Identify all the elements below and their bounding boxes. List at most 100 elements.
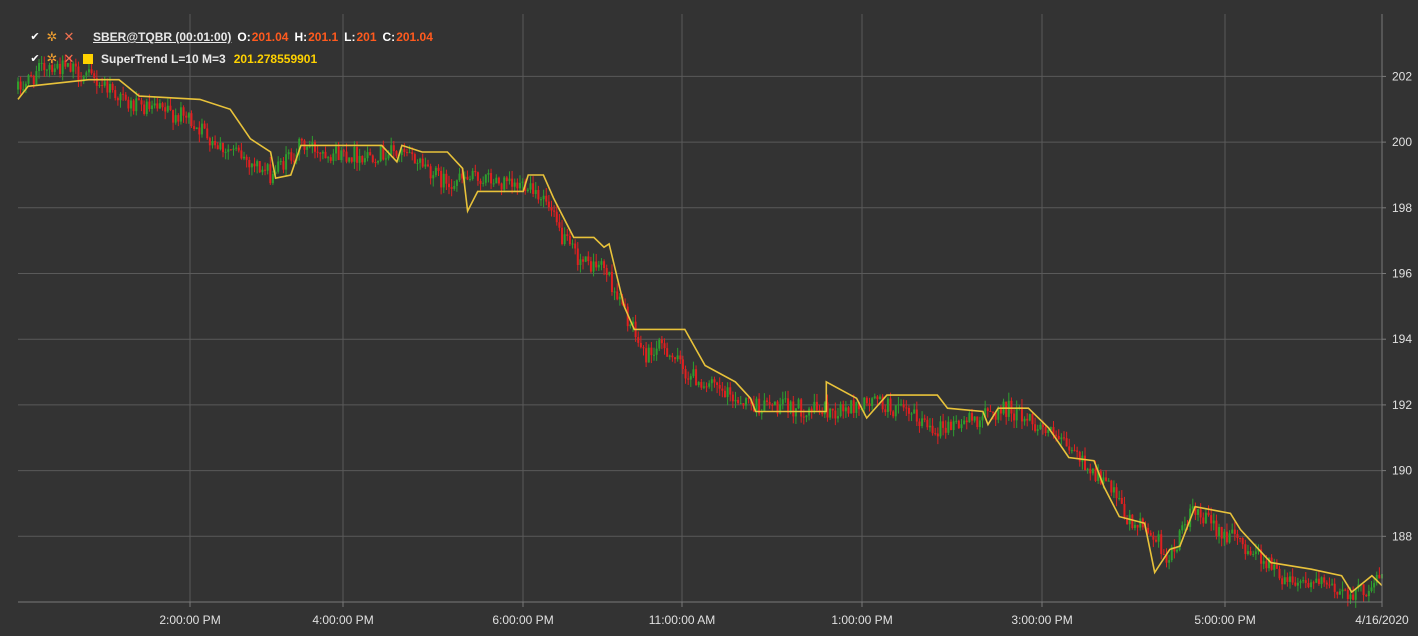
candle-body — [589, 261, 592, 272]
candle-body — [130, 100, 133, 109]
candle-body — [579, 259, 582, 266]
candle-body — [1036, 429, 1039, 431]
candle-body — [195, 127, 198, 129]
candle-body — [221, 142, 224, 153]
candle-body — [432, 175, 435, 179]
candle-body — [676, 355, 679, 360]
candle-body — [781, 399, 784, 405]
candle-body — [1228, 533, 1231, 543]
candle-body — [1005, 401, 1008, 417]
candle-body — [955, 420, 958, 422]
candle-body — [963, 420, 966, 425]
candle-body — [976, 416, 979, 428]
candle-body — [539, 199, 542, 201]
check-icon[interactable]: ✔ — [28, 52, 42, 66]
gear-icon[interactable]: ✲ — [45, 52, 59, 66]
candle-body — [313, 142, 316, 152]
candle-body — [277, 161, 280, 172]
candle-body — [986, 408, 989, 412]
candle-body — [739, 403, 742, 405]
candle-body — [1241, 538, 1244, 545]
candle-body — [973, 416, 976, 421]
candle-body — [926, 419, 929, 428]
candle-body — [1370, 587, 1373, 592]
candle-body — [492, 183, 495, 185]
indicator-label[interactable]: SuperTrend L=10 M=3 — [101, 52, 226, 66]
candle-body — [526, 189, 529, 192]
candle-body — [240, 150, 243, 159]
candle-body — [340, 150, 343, 161]
color-swatch[interactable] — [83, 54, 93, 64]
candle-body — [450, 187, 453, 189]
candle-body — [642, 347, 645, 349]
candle-body — [114, 90, 117, 99]
candle-body — [300, 138, 303, 141]
candle-body — [705, 386, 708, 388]
candle-body — [655, 348, 658, 355]
candle-body — [327, 157, 330, 159]
candle-body — [442, 173, 445, 188]
candle-body — [476, 172, 479, 181]
candle-body — [490, 173, 493, 184]
candle-body — [453, 185, 456, 189]
candle-body — [30, 75, 33, 77]
candle-body — [595, 261, 598, 268]
candle-body — [271, 173, 274, 184]
candle-body — [455, 180, 458, 186]
candle-body — [290, 152, 293, 161]
candle-body — [1152, 535, 1155, 540]
candle-body — [952, 421, 955, 430]
candle-body — [1031, 414, 1034, 425]
candle-body — [1076, 450, 1079, 452]
candle-body — [1047, 429, 1050, 433]
x-tick-label: 11:00:00 AM — [649, 613, 716, 627]
candle-body — [687, 378, 690, 380]
candle-body — [516, 182, 519, 189]
candle-body — [1034, 424, 1037, 431]
candle-body — [211, 141, 214, 146]
candle-body — [700, 382, 703, 388]
x-tick-label: 4:00:00 PM — [312, 613, 373, 627]
candle-body — [532, 183, 535, 194]
candle-body — [763, 400, 766, 412]
candle-body — [1317, 578, 1320, 585]
candle-body — [650, 347, 653, 356]
candle-body — [1373, 583, 1376, 588]
candle-body — [1341, 589, 1344, 592]
candle-body — [1333, 583, 1336, 592]
candle-body — [1249, 551, 1252, 555]
candle-body — [1352, 594, 1355, 600]
candle-body — [206, 128, 209, 139]
candle-body — [85, 72, 88, 76]
candle-body — [907, 408, 910, 414]
close-icon[interactable]: ✕ — [62, 52, 76, 66]
candle-body — [495, 177, 498, 184]
y-tick-label: 188 — [1392, 529, 1412, 543]
candle-body — [1294, 582, 1297, 586]
candle-body — [829, 408, 832, 418]
series-label[interactable]: SBER@TQBR (00:01:00) — [93, 30, 231, 44]
candle-body — [132, 100, 135, 112]
candle-body — [563, 234, 566, 245]
close-icon[interactable]: ✕ — [62, 30, 76, 44]
candle-body — [800, 399, 803, 417]
candle-body — [135, 98, 138, 112]
candle-body — [747, 398, 750, 400]
candle-body — [697, 382, 700, 386]
candle-body — [466, 176, 469, 180]
candle-body — [653, 354, 656, 356]
check-icon[interactable]: ✔ — [28, 30, 42, 44]
candle-body — [1149, 532, 1152, 536]
candle-body — [1154, 539, 1157, 542]
candle-body — [424, 164, 427, 167]
candle-body — [1204, 512, 1207, 524]
candle-body — [1328, 584, 1331, 586]
gear-icon[interactable]: ✲ — [45, 30, 59, 44]
candle-body — [484, 174, 487, 183]
candle-body — [1105, 477, 1108, 481]
candle-body — [356, 146, 359, 163]
candle-body — [1199, 509, 1202, 518]
price-chart[interactable]: 188 190 192 194 196 198 200 202 2:00:00 PM 4:00:… — [0, 0, 1418, 636]
candle-body — [348, 157, 351, 162]
candle-body — [258, 161, 261, 173]
